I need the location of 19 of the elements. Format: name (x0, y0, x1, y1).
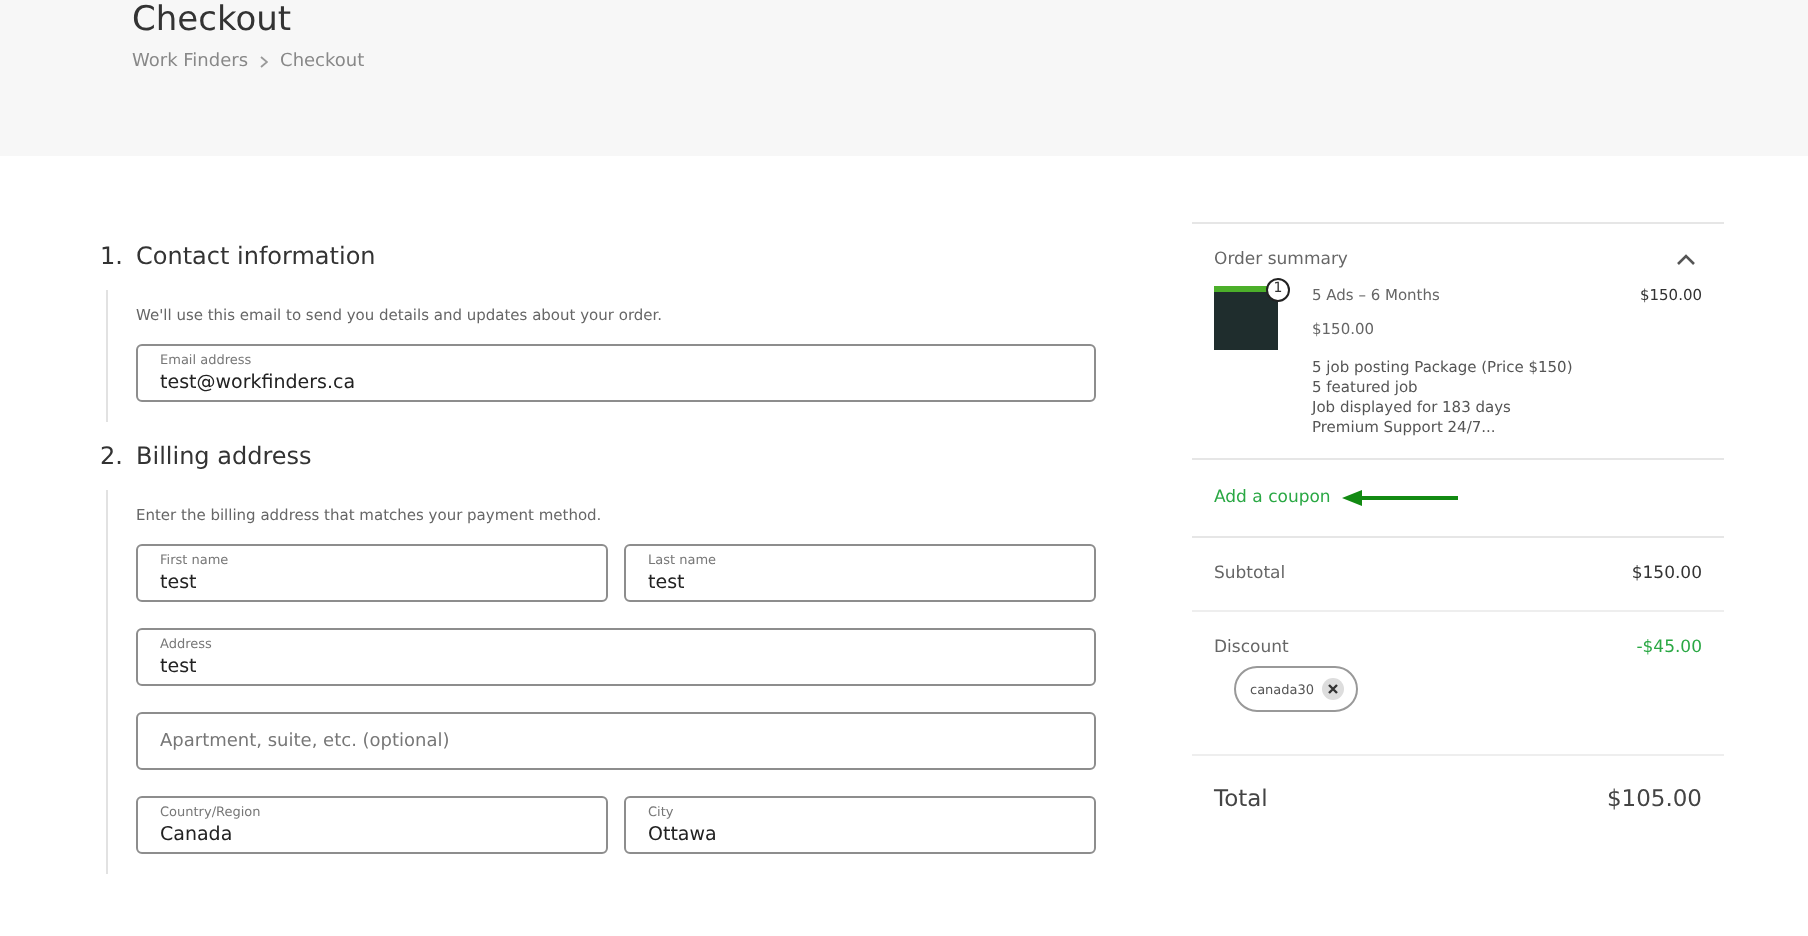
discount-value: -$45.00 (1636, 638, 1702, 658)
chevron-up-icon[interactable] (1676, 254, 1696, 266)
step-number: 2. (100, 442, 125, 470)
discount-label: Discount (1214, 638, 1291, 658)
page-title: Checkout (132, 0, 294, 40)
section-title: Billing address (136, 442, 312, 470)
subtotal-label: Subtotal (1214, 564, 1286, 584)
total-label: Total (1214, 784, 1268, 812)
product-image-placeholder (1214, 286, 1278, 350)
order-summary-title: Order summary (1214, 250, 1348, 270)
chevron-right-icon (260, 56, 269, 68)
section-title: Contact information (136, 242, 376, 270)
total-value: $105.00 (1606, 784, 1702, 812)
subtotal-value: $150.00 (1631, 564, 1702, 584)
remove-icon[interactable] (1322, 678, 1345, 700)
step-number: 1. (100, 242, 125, 270)
arrow-icon (1342, 490, 1459, 506)
input-field[interactable]: Apartment, suite, etc. (optional) (136, 712, 1096, 770)
breadcrumb-current: Checkout (280, 52, 365, 72)
